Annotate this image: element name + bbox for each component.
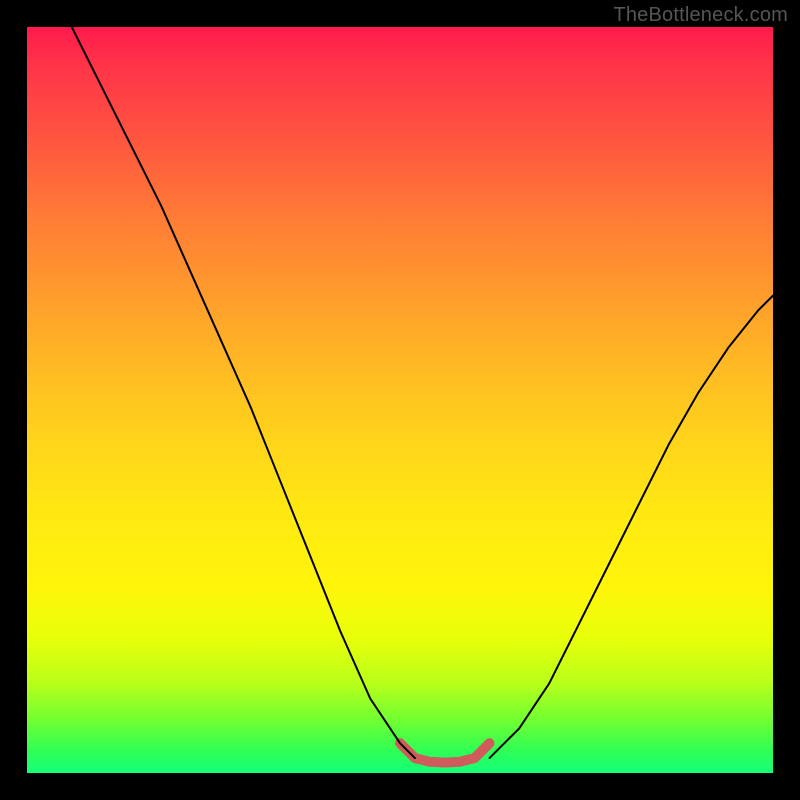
chart-svg	[27, 27, 773, 773]
series-curve-left	[72, 27, 415, 758]
chart-plot-area	[27, 27, 773, 773]
series-curve-right	[490, 296, 773, 759]
series-flat-highlight	[400, 743, 490, 762]
watermark-text: TheBottleneck.com	[613, 4, 788, 27]
